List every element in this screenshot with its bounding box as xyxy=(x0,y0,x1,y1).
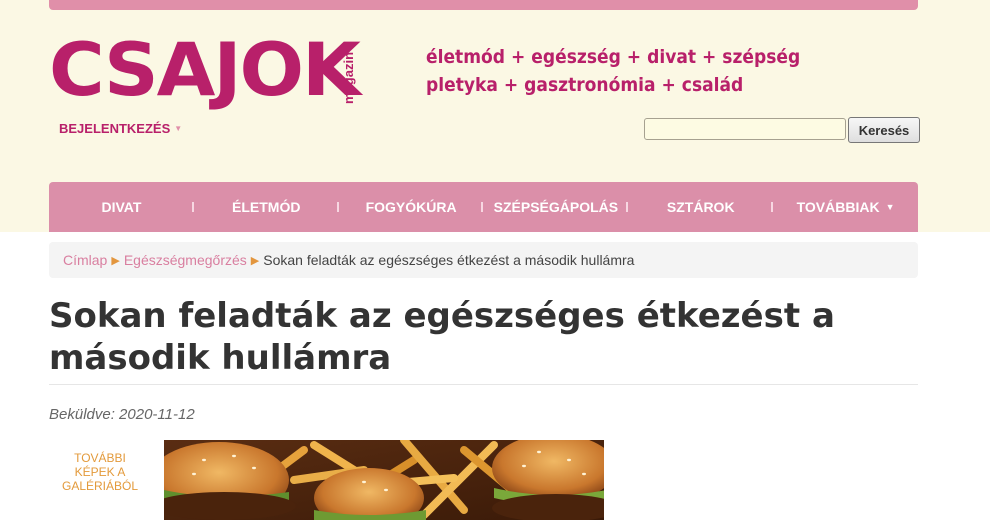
logo-text: CSAJOK xyxy=(49,28,361,113)
search-button[interactable]: Keresés xyxy=(848,117,920,143)
burgers-and-fries-photo xyxy=(164,440,604,520)
logo-magazin-label: magazin xyxy=(341,51,356,104)
site-logo[interactable]: CSAJOK magazin xyxy=(49,34,404,108)
tagline-line-1: életmód + egészség + divat + szépség xyxy=(426,46,801,68)
nav-item-fogyokura[interactable]: FOGYÓKÚRA xyxy=(339,182,484,232)
caret-down-icon: ▼ xyxy=(174,124,183,133)
breadcrumb-home[interactable]: Címlap xyxy=(63,252,107,268)
nav-item-divat[interactable]: DIVAT xyxy=(49,182,194,232)
login-label: BEJELENTKEZÉS xyxy=(59,121,171,136)
article-title: Sokan feladták az egészséges étkezést a … xyxy=(49,296,835,378)
chevron-right-icon: ▶ xyxy=(111,254,120,267)
site-tagline: életmód + egészség + divat + szépség ple… xyxy=(426,43,800,99)
top-strip xyxy=(49,0,918,10)
title-divider xyxy=(49,384,918,385)
nav-item-tovabbiak[interactable]: TOVÁBBIAK ▼ xyxy=(773,182,918,232)
main-navigation: DIVAT ÉLETMÓD FOGYÓKÚRA SZÉPSÉGÁPOLÁS SZ… xyxy=(49,182,918,232)
tagline-line-2: pletyka + gasztronómia + család xyxy=(426,74,744,96)
breadcrumb-current: Sokan feladták az egészséges étkezést a … xyxy=(263,252,635,268)
caret-down-icon: ▼ xyxy=(885,202,895,212)
nav-item-szepsegapolas[interactable]: SZÉPSÉGÁPOLÁS xyxy=(483,182,629,232)
breadcrumb-section[interactable]: Egészségmegőrzés xyxy=(124,252,247,268)
gallery-link[interactable]: További képek a galériából xyxy=(58,451,142,493)
search-input[interactable] xyxy=(644,118,846,140)
nav-item-eletmod[interactable]: ÉLETMÓD xyxy=(194,182,339,232)
submitted-date: Beküldve: 2020-11-12 xyxy=(49,406,195,423)
nav-item-sztarok[interactable]: SZTÁROK xyxy=(628,182,774,232)
article-hero-image[interactable] xyxy=(164,440,604,520)
login-dropdown[interactable]: BEJELENTKEZÉS ▼ xyxy=(59,121,182,136)
breadcrumb: Címlap ▶ Egészségmegőrzés ▶ Sokan feladt… xyxy=(49,242,918,278)
chevron-right-icon: ▶ xyxy=(250,254,260,267)
